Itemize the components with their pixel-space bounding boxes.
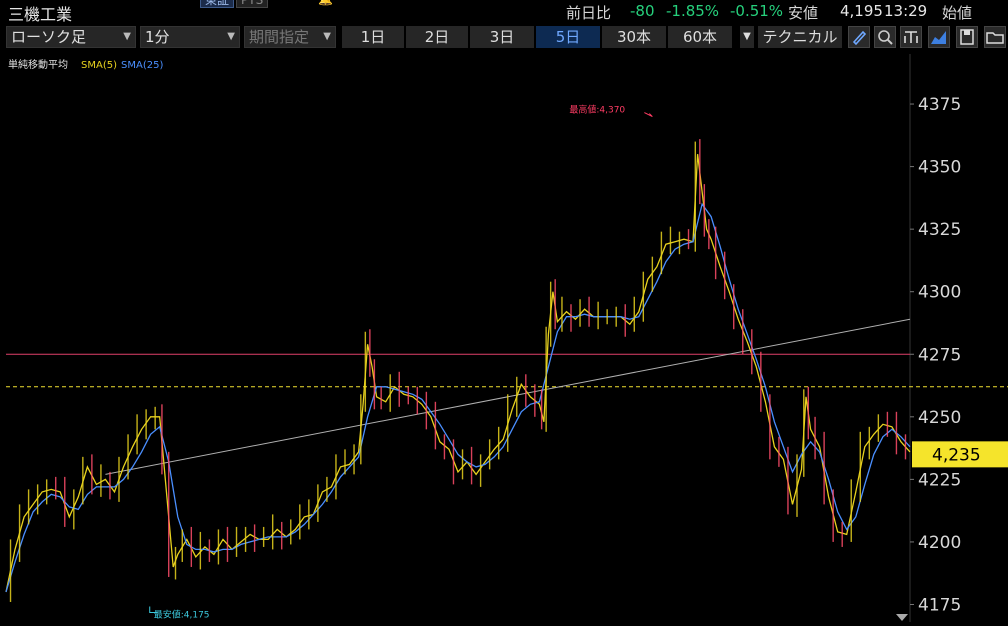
y-axis: 4375 4350 4325 4300 4275 4250 4225 4200 4175 bbox=[910, 95, 961, 615]
interval-select[interactable]: 1分 ▼ bbox=[140, 26, 240, 48]
market-tab-tse[interactable]: 東証 bbox=[200, 0, 235, 8]
range-2d[interactable]: 2日 bbox=[406, 26, 468, 48]
low-label: 最安値:4,175 bbox=[154, 608, 210, 620]
chart-svg[interactable]: 単純移動平均 SMA(5) SMA(25) 4375 4350 4325 4300 42… bbox=[0, 54, 1008, 622]
chart-type-select[interactable]: ローソク足 ▼ bbox=[6, 26, 136, 48]
period-value: 期間指定 bbox=[249, 28, 310, 46]
y-tick-label: 4350 bbox=[918, 158, 961, 178]
change-percent: -1.85% bbox=[666, 2, 720, 20]
range-more-chevron-icon[interactable]: ▼ bbox=[740, 26, 754, 48]
market-tab-pts[interactable]: PTS bbox=[236, 0, 269, 8]
range-30bars[interactable]: 30本 bbox=[602, 26, 666, 48]
header-bar: 三機工業 東証 PTS 🔔 前日比 -80 -1.85% -0.51% 安値 4… bbox=[0, 0, 1008, 24]
chevron-down-icon: ▼ bbox=[123, 31, 131, 42]
y-tick-label: 4375 bbox=[918, 95, 961, 115]
sma5-line bbox=[5, 154, 911, 593]
period-select[interactable]: 期間指定 ▼ bbox=[244, 26, 336, 48]
y-tick-label: 4250 bbox=[918, 408, 961, 428]
legend-sma25: SMA(25) bbox=[121, 60, 163, 71]
y-tick-label: 4200 bbox=[918, 533, 961, 553]
prev-day-label: 前日比 bbox=[566, 4, 612, 22]
y-tick-label: 4300 bbox=[918, 283, 961, 303]
price-chart[interactable]: 単純移動平均 SMA(5) SMA(25) 4375 4350 4325 4300 42… bbox=[0, 54, 1008, 622]
range-1d[interactable]: 1日 bbox=[342, 26, 404, 48]
chart-toolbar: ローソク足 ▼ 1分 ▼ 期間指定 ▼ 1日 2日 3日 5日 30本 60本 ▼ テ… bbox=[0, 24, 1008, 50]
sma25-line bbox=[5, 202, 911, 593]
y-tick-label: 4175 bbox=[918, 595, 961, 615]
indicator-label: 単純移動平均 bbox=[8, 58, 68, 71]
range-3d[interactable]: 3日 bbox=[470, 26, 534, 48]
interval-value: 1分 bbox=[145, 28, 170, 46]
chart-lines bbox=[5, 154, 1008, 593]
legend-sma5: SMA(5) bbox=[81, 60, 117, 71]
area-chart-icon[interactable] bbox=[928, 26, 950, 48]
alert-bell-icon[interactable]: 🔔 bbox=[318, 0, 334, 6]
change-value: -80 bbox=[630, 2, 655, 20]
y-tick-label: 4275 bbox=[918, 345, 961, 365]
market-tabs: 東証 PTS bbox=[200, 0, 269, 8]
current-price-value: 4,235 bbox=[932, 445, 981, 465]
y-tick-label: 4325 bbox=[918, 220, 961, 240]
range-60bars[interactable]: 60本 bbox=[668, 26, 732, 48]
chevron-down-icon: ▼ bbox=[227, 31, 235, 42]
y-tick-label: 4225 bbox=[918, 470, 961, 490]
high-marker bbox=[644, 112, 653, 118]
stock-title: 三機工業 bbox=[8, 5, 73, 24]
time-value: 13:29 bbox=[884, 2, 928, 20]
save-icon[interactable] bbox=[956, 26, 978, 48]
chart-type-value: ローソク足 bbox=[11, 28, 87, 46]
range-5d[interactable]: 5日 bbox=[536, 26, 600, 48]
low-value: 4,195 bbox=[840, 2, 883, 20]
open-label: 始値 bbox=[942, 4, 973, 22]
folder-icon[interactable] bbox=[984, 26, 1006, 48]
chart-marks bbox=[9, 112, 907, 613]
chevron-down-icon: ▼ bbox=[323, 31, 331, 42]
zoom-icon[interactable] bbox=[874, 26, 896, 48]
split-icon[interactable] bbox=[900, 26, 922, 48]
high-label: 最高値:4,370 bbox=[569, 104, 625, 116]
draw-pencil-icon[interactable] bbox=[848, 26, 870, 48]
technical-button[interactable]: テクニカル bbox=[758, 26, 842, 48]
low-label: 安値 bbox=[788, 4, 819, 22]
scroll-down-icon[interactable] bbox=[896, 614, 908, 621]
change-percent-2: -0.51% bbox=[730, 2, 784, 20]
